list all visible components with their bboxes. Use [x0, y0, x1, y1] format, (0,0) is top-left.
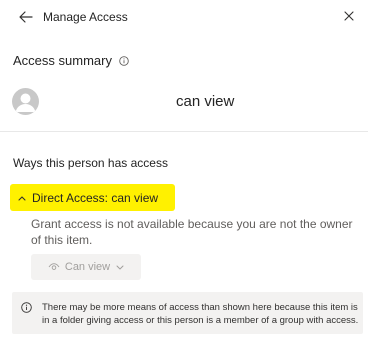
permission-dropdown-label: Can view [64, 261, 111, 273]
info-icon [21, 302, 32, 313]
direct-access-toggle[interactable]: Direct Access: can view [10, 184, 175, 211]
close-button[interactable] [340, 7, 358, 25]
info-icon[interactable] [119, 55, 129, 66]
access-summary-heading: Access summary [13, 53, 129, 68]
chevron-up-icon [18, 195, 26, 201]
back-button[interactable] [16, 7, 36, 27]
info-notice: There may be more means of access than s… [12, 292, 363, 334]
direct-access-label: Direct Access: can view [32, 190, 159, 205]
avatar [12, 88, 39, 115]
ways-heading: Ways this person has access [13, 156, 168, 170]
arrow-left-icon [19, 11, 33, 23]
grant-unavailable-message: Grant access is not available because yo… [31, 217, 353, 247]
permission-summary: can view [176, 93, 235, 110]
permission-dropdown[interactable]: Can view [31, 254, 141, 280]
divider [0, 131, 368, 132]
access-summary-title: Access summary [13, 53, 112, 68]
close-icon [344, 11, 354, 21]
notice-text: There may be more means of access than s… [42, 302, 359, 326]
chevron-down-icon [116, 265, 124, 270]
panel-header: Manage Access [0, 0, 368, 34]
eye-icon [48, 263, 60, 271]
panel-title: Manage Access [43, 10, 128, 24]
